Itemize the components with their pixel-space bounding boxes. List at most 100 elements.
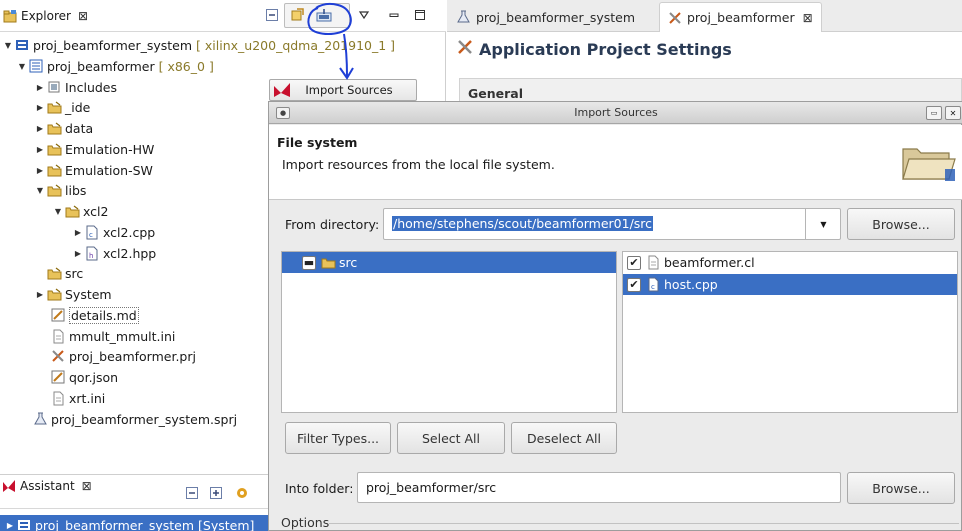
tree-item-label: Includes xyxy=(65,79,118,95)
from-directory-value[interactable]: /home/stephens/scout/beamformer01/src xyxy=(392,216,654,231)
collapse-all-icon[interactable] xyxy=(182,483,202,503)
import-sources-dialog: ● Import Sources ▭ ✕ File system Import … xyxy=(268,101,962,531)
tree-item-xcl2-cpp[interactable]: ▶ c xcl2.cpp xyxy=(72,222,155,242)
twisty-closed-icon[interactable]: ▶ xyxy=(34,139,46,159)
import-sources-button[interactable]: Import Sources xyxy=(269,79,417,101)
svg-text:c: c xyxy=(89,231,93,239)
tab-proj-beamformer-system[interactable]: proj_beamformer_system xyxy=(449,2,643,32)
file-item-host-cpp[interactable]: ✔ c host.cpp xyxy=(623,274,957,295)
partial-checkbox-icon[interactable]: ▬ xyxy=(302,255,316,270)
browse-folder-button[interactable]: Browse... xyxy=(847,472,955,504)
twisty-closed-icon[interactable]: ▶ xyxy=(34,160,46,180)
assistant-selected-row[interactable]: ▶ proj_beamformer_system [System] xyxy=(0,515,272,531)
tree-item-details-md[interactable]: details.md xyxy=(50,305,139,325)
tree-item-libs[interactable]: ▼ libs xyxy=(34,180,86,200)
tree-item-data[interactable]: ▶ data xyxy=(34,118,93,138)
file-item-beamformer-cl[interactable]: ✔ beamformer.cl xyxy=(623,252,957,273)
markdown-file-icon xyxy=(50,369,66,385)
expand-all-icon[interactable] xyxy=(206,483,226,503)
tree-item-suffix: [ xilinx_u200_qdma_201910_1 ] xyxy=(196,37,396,53)
folder-icon xyxy=(46,120,62,136)
file-item-label: beamformer.cl xyxy=(664,255,755,270)
text-file-icon xyxy=(50,390,66,406)
tree-item-label: _ide xyxy=(65,99,91,115)
tree-item-proj-beamformer-system[interactable]: ▼ proj_beamformer_system [ xilinx_u200_q… xyxy=(2,35,395,55)
cpp-file-icon: c xyxy=(84,224,100,240)
tree-item-label: libs xyxy=(65,182,87,198)
tab-proj-beamformer[interactable]: proj_beamformer ⊠ xyxy=(659,2,822,32)
tab-assistant[interactable]: Assistant ⊠ xyxy=(2,479,92,493)
assistant-row-label: proj_beamformer_system [System] xyxy=(35,517,255,531)
browse-directory-button[interactable]: Browse... xyxy=(847,208,955,240)
folder-icon xyxy=(46,182,62,198)
close-icon[interactable]: ✕ xyxy=(945,106,961,120)
settings-gear-icon[interactable] xyxy=(232,483,252,503)
chevron-down-icon[interactable]: ▼ xyxy=(805,208,841,240)
twisty-closed-icon[interactable]: ▶ xyxy=(34,97,46,117)
tab-explorer[interactable]: Explorer ⊠ xyxy=(0,2,104,30)
dialog-header-description: Import resources from the local file sys… xyxy=(282,157,555,172)
twisty-closed-icon[interactable]: ▶ xyxy=(72,222,84,242)
link-editor-icon[interactable] xyxy=(288,5,308,25)
tree-item-system-sprj[interactable]: proj_beamformer_system.sprj xyxy=(32,409,237,429)
file-item-label: host.cpp xyxy=(664,277,718,292)
twisty-closed-icon[interactable]: ▶ xyxy=(4,515,16,531)
tree-item-system[interactable]: ▶ System xyxy=(34,284,112,304)
collapse-all-icon[interactable] xyxy=(262,5,282,25)
close-icon[interactable]: ⊠ xyxy=(803,11,813,25)
text-file-icon xyxy=(50,328,66,344)
tree-item-xcl2-hpp[interactable]: ▶ h xcl2.hpp xyxy=(72,243,156,263)
twisty-closed-icon[interactable]: ▶ xyxy=(72,243,84,263)
tree-item-qor-json[interactable]: qor.json xyxy=(50,367,118,387)
tree-item-emulation-hw[interactable]: ▶ Emulation-HW xyxy=(34,139,154,159)
tree-item-label: proj_beamformer_system.sprj xyxy=(51,411,238,427)
maximize-icon[interactable]: ▭ xyxy=(926,106,942,120)
folder-icon xyxy=(46,162,62,178)
twisty-open-icon[interactable]: ▼ xyxy=(16,56,28,76)
tree-item-xcl2[interactable]: ▼ xcl2 xyxy=(52,201,109,221)
twisty-closed-icon[interactable]: ▶ xyxy=(34,77,46,97)
file-list[interactable]: ✔ beamformer.cl ✔ c host.cpp xyxy=(622,251,958,413)
tree-item-label: src xyxy=(65,265,84,281)
folder-tree-item-src[interactable]: ▬ src xyxy=(282,252,616,273)
into-folder-field[interactable]: proj_beamformer/src xyxy=(357,472,841,503)
tree-item-includes[interactable]: ▶ Includes xyxy=(34,77,117,97)
folder-tree[interactable]: ▬ src xyxy=(281,251,617,413)
twisty-closed-icon[interactable]: ▶ xyxy=(34,118,46,138)
import-sources-button-label: Import Sources xyxy=(305,83,393,97)
twisty-open-icon[interactable]: ▼ xyxy=(2,35,14,55)
close-icon[interactable]: ⊠ xyxy=(78,9,88,23)
tree-item-label: data xyxy=(65,120,94,136)
maximize-icon[interactable] xyxy=(410,5,430,25)
tree-item-emulation-sw[interactable]: ▶ Emulation-SW xyxy=(34,160,153,180)
twisty-open-icon[interactable]: ▼ xyxy=(34,180,46,200)
tree-item-label: mmult_mmult.ini xyxy=(69,328,176,344)
tree-item-src[interactable]: src xyxy=(46,263,83,283)
import-sources-icon[interactable] xyxy=(314,5,334,25)
minimize-icon[interactable] xyxy=(384,5,404,25)
dialog-header: File system Import resources from the lo… xyxy=(269,125,962,200)
project-settings-icon xyxy=(668,11,682,25)
twisty-closed-icon[interactable]: ▶ xyxy=(34,284,46,304)
view-menu-icon[interactable] xyxy=(354,5,374,25)
from-directory-combo[interactable]: /home/stephens/scout/beamformer01/src xyxy=(383,208,841,240)
close-icon[interactable]: ⊠ xyxy=(82,479,92,493)
tree-item-xrt-ini[interactable]: xrt.ini xyxy=(50,388,105,408)
tree-item-label: qor.json xyxy=(69,369,119,385)
tree-item-ide[interactable]: ▶ _ide xyxy=(34,97,90,117)
checkbox-checked-icon[interactable]: ✔ xyxy=(627,255,641,270)
tree-item-proj-prj[interactable]: proj_beamformer.prj xyxy=(50,346,196,366)
tree-item-proj-beamformer[interactable]: ▼ proj_beamformer [ x86_0 ] xyxy=(16,56,214,76)
cpp-file-icon: c xyxy=(645,277,661,293)
dialog-titlebar[interactable]: ● Import Sources ▭ ✕ xyxy=(269,102,962,124)
deselect-all-button[interactable]: Deselect All xyxy=(511,422,617,454)
tree-item-mmult-ini[interactable]: mmult_mmult.ini xyxy=(50,326,175,346)
tree-item-label: Emulation-HW xyxy=(65,141,155,157)
assistant-tab-bar: Assistant ⊠ xyxy=(0,475,272,509)
filter-types-button[interactable]: Filter Types... xyxy=(285,422,391,454)
select-all-button[interactable]: Select All xyxy=(397,422,505,454)
flask-icon xyxy=(32,411,48,427)
tree-item-label: xcl2.cpp xyxy=(103,224,156,240)
checkbox-checked-icon[interactable]: ✔ xyxy=(627,277,641,292)
twisty-open-icon[interactable]: ▼ xyxy=(52,201,64,221)
